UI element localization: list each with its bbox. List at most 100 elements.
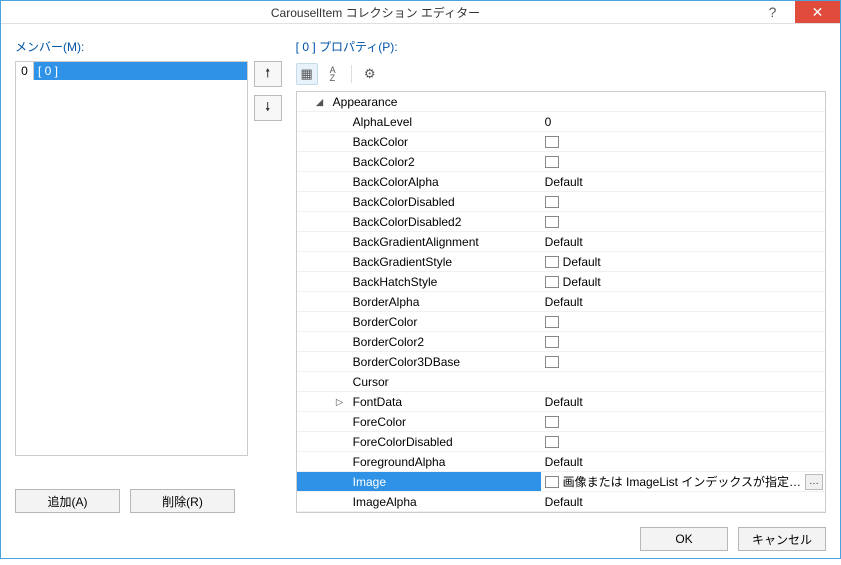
property-row[interactable]: BackColor2 xyxy=(297,152,825,172)
remove-button[interactable]: 削除(R) xyxy=(130,489,235,513)
property-name: BackHatchStyle xyxy=(349,272,541,291)
property-row[interactable]: BackColorDisabled xyxy=(297,192,825,212)
property-row[interactable]: BackGradientStyleDefault xyxy=(297,252,825,272)
property-name: BackColor2 xyxy=(349,152,541,171)
property-value[interactable]: 0 xyxy=(541,112,825,131)
property-value-text: Default xyxy=(545,452,583,471)
collapse-icon[interactable]: ◢ xyxy=(297,92,329,111)
property-value[interactable]: Default xyxy=(541,452,825,471)
dialog-window: CarouselItem コレクション エディター ? ✕ メンバー(M): 0… xyxy=(0,0,841,559)
window-title: CarouselItem コレクション エディター xyxy=(1,4,750,21)
property-row[interactable]: ▷FontDataDefault xyxy=(297,392,825,412)
property-toolbar: ▦ AZ ⚙ xyxy=(296,61,826,87)
expand-cell xyxy=(297,352,349,371)
property-value[interactable] xyxy=(541,132,825,151)
property-name: BorderColor3DBase xyxy=(349,352,541,371)
property-grid-wrap: ◢AppearanceAlphaLevel0BackColorBackColor… xyxy=(296,91,826,513)
property-row[interactable]: ImageAlphaDefault xyxy=(297,492,825,512)
help-button[interactable]: ? xyxy=(750,1,795,23)
color-swatch xyxy=(545,196,559,208)
expand-cell[interactable]: ▷ xyxy=(297,392,349,411)
property-value[interactable]: Default xyxy=(541,172,825,191)
property-pages-button[interactable]: ⚙ xyxy=(359,63,381,85)
expand-cell xyxy=(297,332,349,351)
property-name: ImageAlpha xyxy=(349,492,541,511)
property-row[interactable]: BackColorAlphaDefault xyxy=(297,172,825,192)
property-value[interactable] xyxy=(541,332,825,351)
property-value[interactable] xyxy=(541,152,825,171)
left-buttons: 追加(A) 削除(R) xyxy=(15,489,284,513)
expand-cell xyxy=(297,272,349,291)
property-name: AlphaLevel xyxy=(349,112,541,131)
alphabetical-view-button[interactable]: AZ xyxy=(322,63,344,85)
ok-button[interactable]: OK xyxy=(640,527,728,551)
expand-cell xyxy=(297,472,349,491)
property-value[interactable]: Default xyxy=(541,252,825,271)
property-row[interactable]: ForeColorDisabled xyxy=(297,432,825,452)
property-row[interactable]: AlphaLevel0 xyxy=(297,112,825,132)
color-swatch xyxy=(545,136,559,148)
members-list[interactable]: 0 [ 0 ] xyxy=(15,61,248,456)
ellipsis-button[interactable]: … xyxy=(805,474,823,490)
property-value[interactable] xyxy=(541,412,825,431)
property-value[interactable] xyxy=(541,312,825,331)
expand-cell xyxy=(297,112,349,131)
property-value[interactable]: Default xyxy=(541,492,825,511)
category-value xyxy=(541,92,825,111)
property-row[interactable]: BackGradientAlignmentDefault xyxy=(297,232,825,252)
property-value[interactable]: Default xyxy=(541,292,825,311)
property-value-text: Default xyxy=(545,232,583,251)
property-row[interactable]: ForeColor xyxy=(297,412,825,432)
property-value[interactable]: Default xyxy=(541,392,825,411)
property-value[interactable] xyxy=(541,352,825,371)
member-item[interactable]: 0 [ 0 ] xyxy=(16,62,247,80)
property-row[interactable]: BackHatchStyleDefault xyxy=(297,272,825,292)
right-pane: [ 0 ] プロパティ(P): ▦ AZ ⚙ ◢AppearanceAlphaL… xyxy=(296,38,826,513)
member-label: [ 0 ] xyxy=(34,62,247,80)
property-name: BackGradientStyle xyxy=(349,252,541,271)
cancel-button[interactable]: キャンセル xyxy=(738,527,826,551)
property-row[interactable]: BackColorDisabled2 xyxy=(297,212,825,232)
arrow-up-icon: 🠕 xyxy=(265,64,270,85)
expand-cell xyxy=(297,412,349,431)
move-up-button[interactable]: 🠕 xyxy=(254,61,282,87)
category-name: Appearance xyxy=(329,92,541,111)
color-swatch xyxy=(545,156,559,168)
property-value[interactable] xyxy=(541,372,825,391)
property-row[interactable]: BorderColor2 xyxy=(297,332,825,352)
property-name: ForeColor xyxy=(349,412,541,431)
property-value[interactable] xyxy=(541,192,825,211)
property-value[interactable] xyxy=(541,432,825,451)
property-name: BorderColor2 xyxy=(349,332,541,351)
categorized-view-button[interactable]: ▦ xyxy=(296,63,318,85)
expand-cell xyxy=(297,312,349,331)
color-swatch xyxy=(545,416,559,428)
wrench-icon: ⚙ xyxy=(364,66,376,82)
expand-cell xyxy=(297,192,349,211)
property-row[interactable]: BorderColor3DBase xyxy=(297,352,825,372)
titlebar: CarouselItem コレクション エディター ? ✕ xyxy=(1,1,840,24)
move-down-button[interactable]: 🠗 xyxy=(254,95,282,121)
property-name: FontData xyxy=(349,392,541,411)
properties-item-id: [ 0 ] xyxy=(296,40,316,54)
close-button[interactable]: ✕ xyxy=(795,1,840,23)
property-value[interactable]: Default xyxy=(541,232,825,251)
property-row[interactable]: Image画像または ImageList インデックスが指定…… xyxy=(297,472,825,492)
category-row[interactable]: ◢Appearance xyxy=(297,92,825,112)
property-row[interactable]: Cursor xyxy=(297,372,825,392)
member-index: 0 xyxy=(16,62,34,80)
property-row[interactable]: BorderAlphaDefault xyxy=(297,292,825,312)
move-buttons: 🠕 🠗 xyxy=(254,61,284,475)
expand-cell xyxy=(297,152,349,171)
add-button[interactable]: 追加(A) xyxy=(15,489,120,513)
property-value[interactable]: 画像または ImageList インデックスが指定…… xyxy=(541,472,825,491)
property-name: BackColor xyxy=(349,132,541,151)
property-value[interactable] xyxy=(541,212,825,231)
expand-cell xyxy=(297,252,349,271)
expand-cell xyxy=(297,172,349,191)
property-grid[interactable]: ◢AppearanceAlphaLevel0BackColorBackColor… xyxy=(297,92,825,512)
property-row[interactable]: BackColor xyxy=(297,132,825,152)
property-row[interactable]: ForegroundAlphaDefault xyxy=(297,452,825,472)
property-value[interactable]: Default xyxy=(541,272,825,291)
property-row[interactable]: BorderColor xyxy=(297,312,825,332)
